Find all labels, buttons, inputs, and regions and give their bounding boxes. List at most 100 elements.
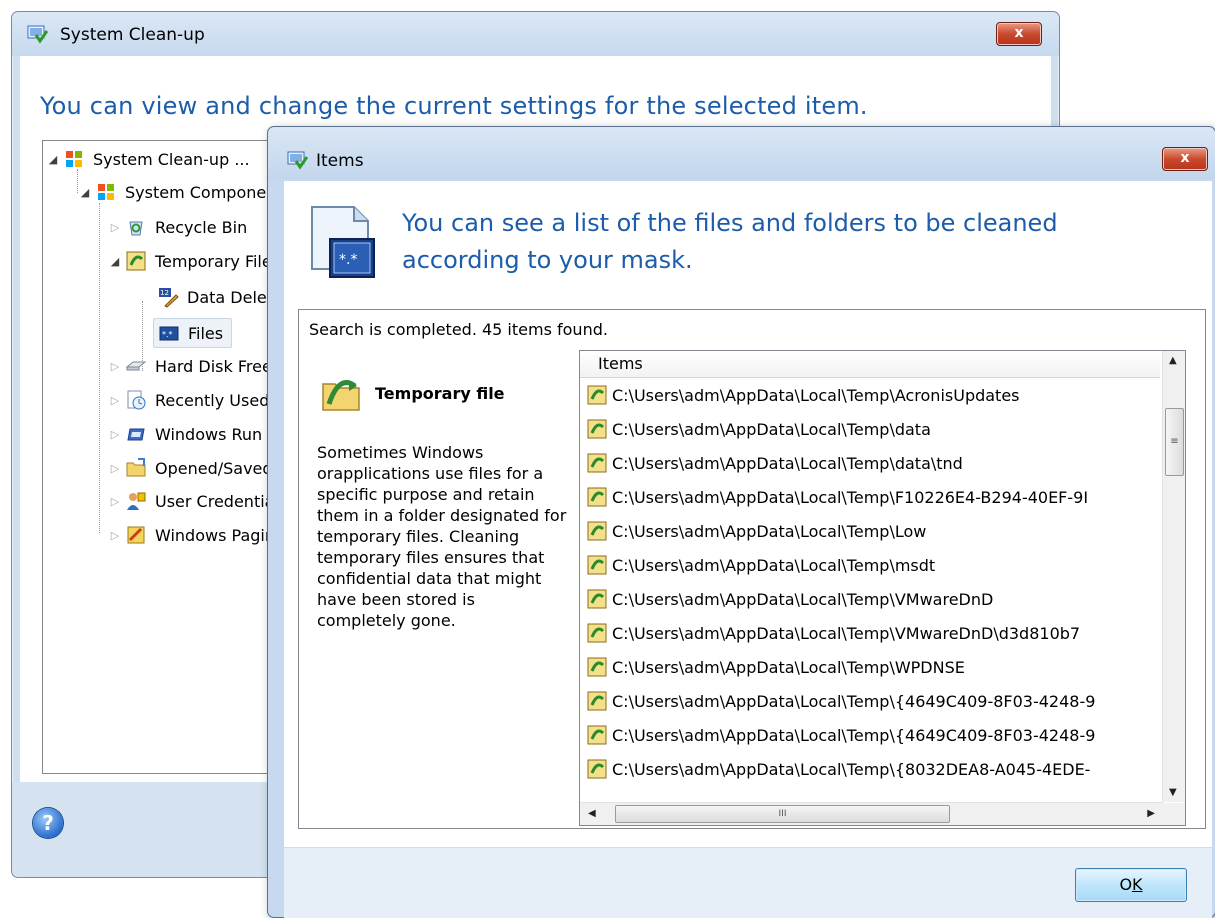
scroll-up-icon[interactable]: ▲: [1169, 355, 1177, 366]
windows-logo-icon: [98, 184, 114, 200]
items-dialog-icon: [287, 151, 308, 170]
list-item[interactable]: C:\Users\adm\AppData\Local\Temp\data: [580, 412, 1160, 446]
items-footer: OK: [284, 847, 1212, 918]
collapsed-arrow-icon[interactable]: ▷: [109, 495, 121, 508]
file-mask-document-icon: *.*: [311, 206, 375, 278]
items-list[interactable]: Items C:\Users\adm\AppData\Local\Temp\Ac…: [579, 350, 1186, 826]
expanded-arrow-icon[interactable]: ◢: [109, 255, 121, 268]
main-window-title: System Clean-up: [60, 25, 205, 45]
tree-item-system-cleanup[interactable]: ◢ System Clean-up ...: [47, 145, 250, 173]
item-type-name: Temporary file: [375, 384, 505, 403]
hard-disk-icon: [125, 361, 147, 371]
temp-file-row-icon: [587, 453, 607, 473]
list-item[interactable]: C:\Users\adm\AppData\Local\Temp\msdt: [580, 548, 1160, 582]
list-item-path: C:\Users\adm\AppData\Local\Temp\F10226E4…: [612, 487, 1089, 507]
items-column-header[interactable]: Items: [580, 351, 1160, 378]
list-item-path: C:\Users\adm\AppData\Local\Temp\{4649C40…: [612, 725, 1096, 745]
collapsed-arrow-icon[interactable]: ▷: [109, 428, 121, 441]
list-item-path: C:\Users\adm\AppData\Local\Temp\Low: [612, 521, 927, 541]
horizontal-scroll-thumb[interactable]: III: [615, 805, 950, 823]
temp-files-icon: [126, 251, 146, 271]
svg-text:*.*: *.*: [339, 252, 357, 268]
tree-item-label: Temporary Files: [155, 251, 281, 271]
main-header-text: You can view and change the current sett…: [40, 92, 868, 120]
vertical-scrollbar[interactable]: ▲ ≡ ▼: [1162, 351, 1185, 802]
list-item-path: C:\Users\adm\AppData\Local\Temp\WPDNSE: [612, 657, 965, 677]
tree-item-label: System Clean-up ...: [93, 149, 250, 169]
scroll-left-icon[interactable]: ◀: [588, 808, 596, 819]
tree-item-system-components[interactable]: ◢ System Components: [79, 178, 291, 206]
tree-item-files[interactable]: *.* Files: [153, 318, 233, 348]
collapsed-arrow-icon[interactable]: ▷: [109, 394, 121, 407]
main-title-bar[interactable]: System Clean-up x: [12, 12, 1059, 56]
list-item-path: C:\Users\adm\AppData\Local\Temp\{8032DEA…: [612, 759, 1091, 779]
tree-item-label: Files: [188, 323, 224, 343]
help-icon[interactable]: ?: [33, 808, 63, 838]
expanded-arrow-icon[interactable]: ◢: [79, 186, 91, 199]
svg-text:12: 12: [160, 289, 169, 297]
list-item-path: C:\Users\adm\AppData\Local\Temp\data: [612, 419, 931, 439]
tree-item-label: Recycle Bin: [155, 217, 248, 237]
search-status-text: Search is completed. 45 items found.: [309, 320, 608, 339]
items-header-text: You can see a list of the files and fold…: [402, 205, 1058, 279]
horizontal-scrollbar[interactable]: ◀ III ▶: [580, 802, 1163, 825]
items-header-line2: according to your mask.: [402, 246, 693, 274]
collapsed-arrow-icon[interactable]: ▷: [109, 360, 121, 373]
scroll-right-icon[interactable]: ▶: [1147, 808, 1155, 819]
temp-file-row-icon: [587, 657, 607, 677]
items-close-button[interactable]: x: [1162, 147, 1208, 171]
list-item[interactable]: C:\Users\adm\AppData\Local\Temp\{4649C40…: [580, 718, 1160, 752]
temp-file-row-icon: [587, 589, 607, 609]
vertical-scroll-thumb[interactable]: ≡: [1165, 408, 1184, 476]
items-client-area: *.* You can see a list of the files and …: [284, 181, 1212, 918]
windows-logo-icon: [66, 151, 82, 167]
scroll-down-icon[interactable]: ▼: [1169, 787, 1177, 798]
temp-file-row-icon: [587, 419, 607, 439]
list-item[interactable]: C:\Users\adm\AppData\Local\Temp\{4649C40…: [580, 684, 1160, 718]
temporary-file-icon: [322, 380, 360, 411]
list-item[interactable]: C:\Users\adm\AppData\Local\Temp\VMwareDn…: [580, 616, 1160, 650]
column-header-label: Items: [598, 354, 643, 373]
list-item[interactable]: C:\Users\adm\AppData\Local\Temp\WPDNSE: [580, 650, 1160, 684]
ok-button[interactable]: OK: [1075, 868, 1187, 902]
list-item-path: C:\Users\adm\AppData\Local\Temp\{4649C40…: [612, 691, 1096, 711]
tree-connector-line: [99, 203, 100, 533]
list-item[interactable]: C:\Users\adm\AppData\Local\Temp\{8032DEA…: [580, 752, 1160, 786]
list-item[interactable]: C:\Users\adm\AppData\Local\Temp\F10226E4…: [580, 480, 1160, 514]
items-header-line1: You can see a list of the files and fold…: [402, 209, 1058, 237]
list-item-path: C:\Users\adm\AppData\Local\Temp\VMwareDn…: [612, 589, 994, 609]
main-close-button[interactable]: x: [996, 22, 1042, 46]
collapsed-arrow-icon[interactable]: ▷: [109, 529, 121, 542]
cleanup-app-icon: [27, 25, 48, 44]
items-dialog: Items x *.* You can see a list of the fi…: [267, 126, 1215, 918]
data-method-icon: 12: [159, 288, 179, 308]
list-item[interactable]: C:\Users\adm\AppData\Local\Temp\data\tnd: [580, 446, 1160, 480]
temp-file-row-icon: [587, 691, 607, 711]
items-title-bar[interactable]: Items x: [268, 127, 1215, 179]
item-type-description: Sometimes Windows orapplications use fil…: [317, 443, 567, 630]
recycle-bin-icon: [129, 221, 143, 236]
temp-file-row-icon: [587, 555, 607, 575]
expanded-arrow-icon[interactable]: ◢: [47, 153, 59, 166]
svg-text:*.*: *.*: [162, 330, 173, 339]
paging-file-icon: [127, 526, 145, 544]
collapsed-arrow-icon[interactable]: ▷: [109, 221, 121, 234]
temp-file-row-icon: [587, 623, 607, 643]
collapsed-arrow-icon[interactable]: ▷: [109, 462, 121, 475]
items-dialog-title: Items: [316, 151, 364, 171]
list-item[interactable]: C:\Users\adm\AppData\Local\Temp\AcronisU…: [580, 378, 1160, 412]
list-item[interactable]: C:\Users\adm\AppData\Local\Temp\VMwareDn…: [580, 582, 1160, 616]
list-item-path: C:\Users\adm\AppData\Local\Temp\data\tnd: [612, 453, 963, 473]
list-item[interactable]: C:\Users\adm\AppData\Local\Temp\Low: [580, 514, 1160, 548]
temp-file-row-icon: [587, 521, 607, 541]
tree-item-user-credentials[interactable]: ▷ User Credentials: [109, 487, 287, 515]
temp-file-row-icon: [587, 725, 607, 745]
user-credentials-icon: [127, 492, 146, 510]
tree-item-temporary-files[interactable]: ◢ Temporary Files: [109, 247, 280, 275]
files-mask-icon: *.*: [159, 326, 179, 341]
list-item-path: C:\Users\adm\AppData\Local\Temp\VMwareDn…: [612, 623, 1081, 643]
list-item-path: C:\Users\adm\AppData\Local\Temp\AcronisU…: [612, 385, 1020, 405]
folder-icon: [126, 458, 146, 477]
tree-item-recycle-bin[interactable]: ▷ Recycle Bin: [109, 213, 247, 241]
run-list-icon: [127, 428, 145, 441]
